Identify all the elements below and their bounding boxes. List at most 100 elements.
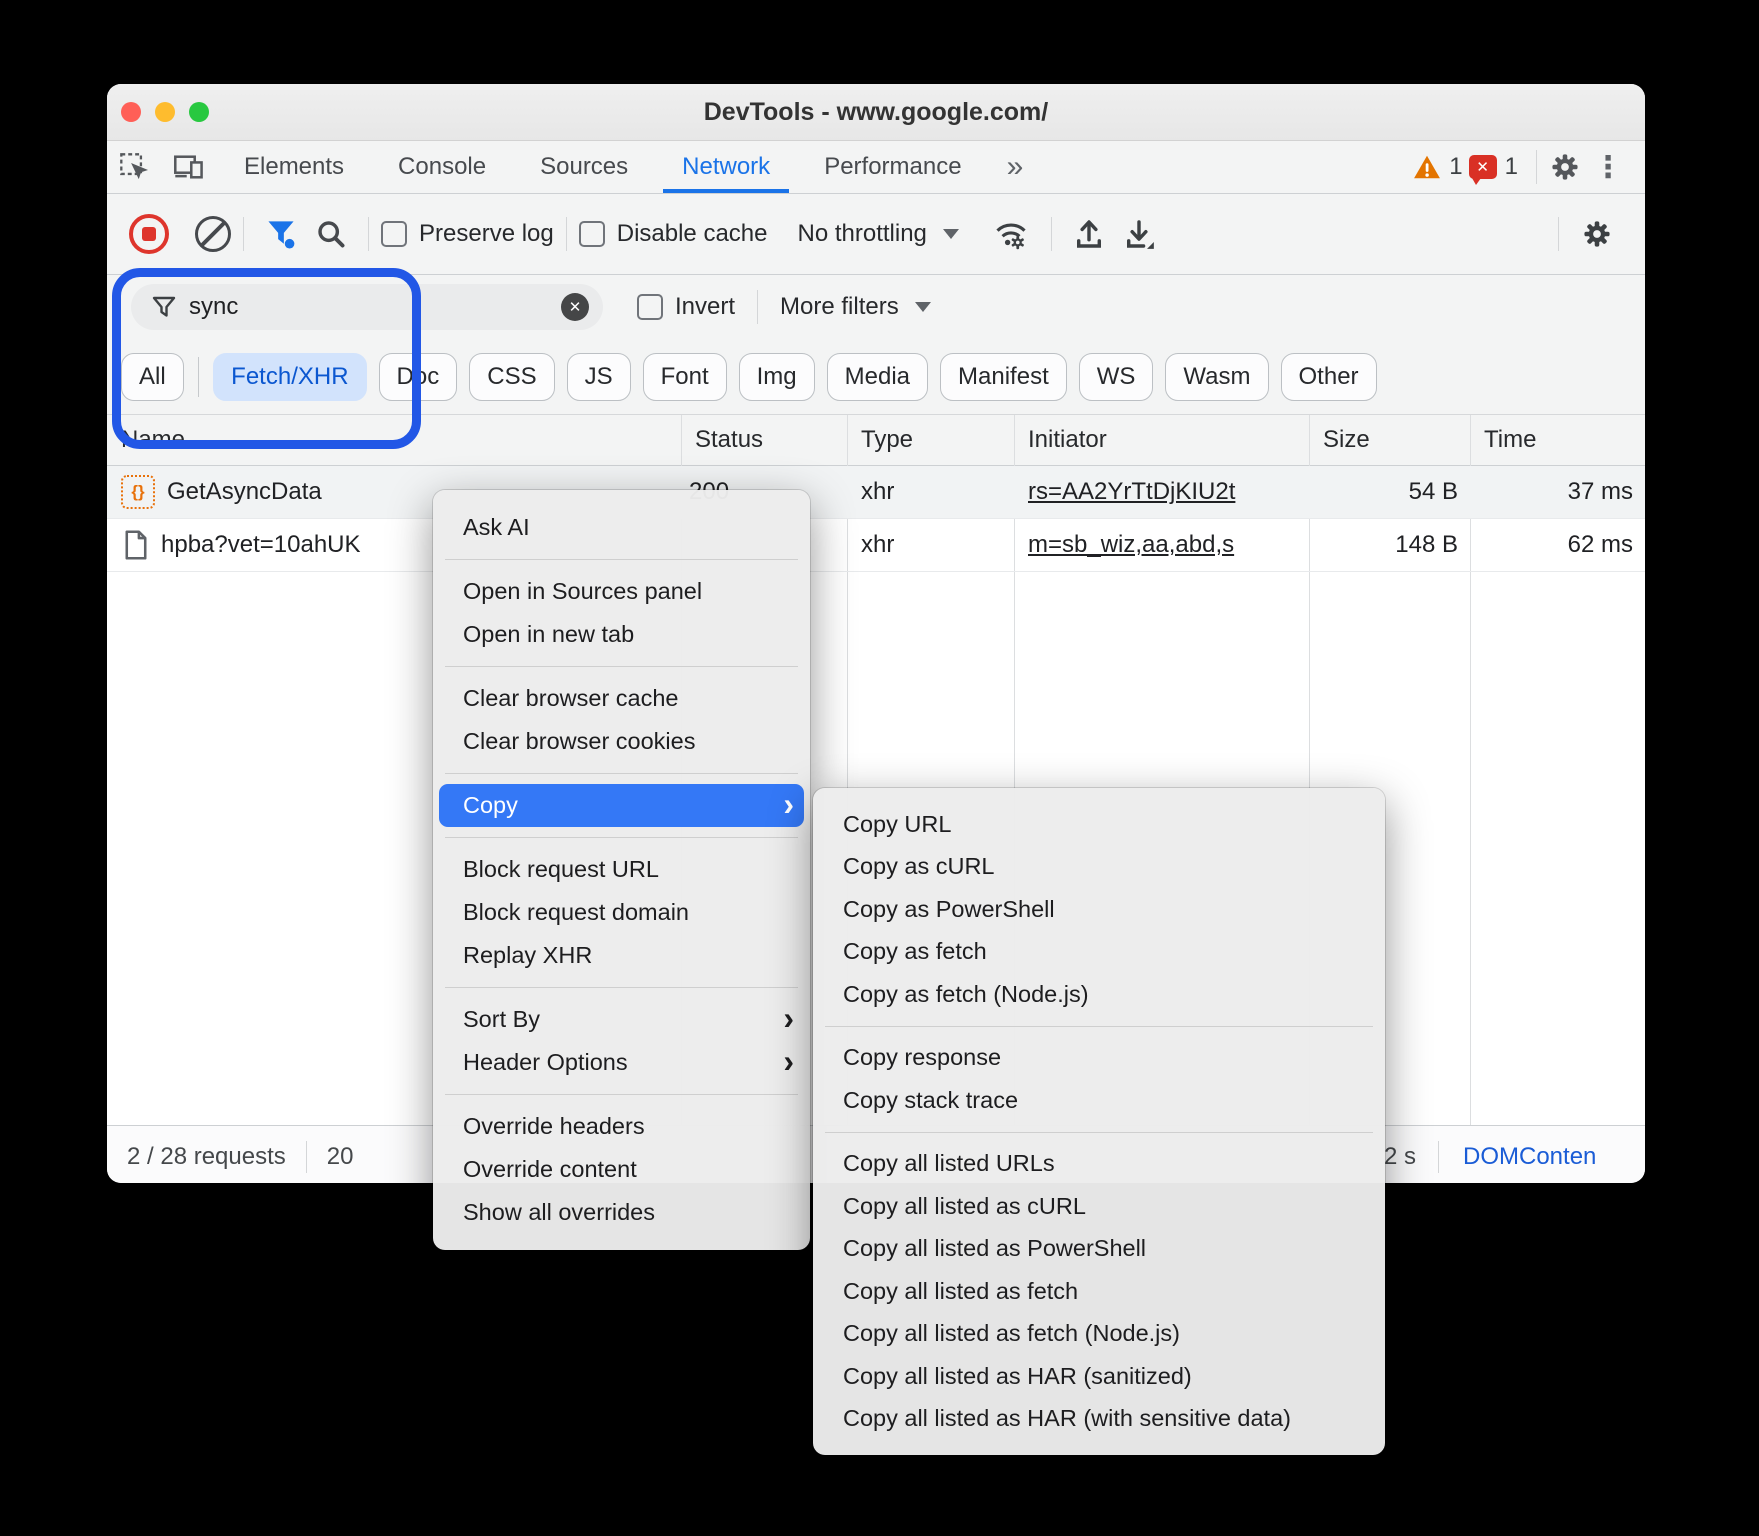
type-filter-font[interactable]: Font [643,353,727,401]
copy-submenu: Copy URL Copy as cURL Copy as PowerShell… [813,788,1385,1455]
table-row[interactable]: {} GetAsyncData 200 xhr rs=AA2YrTtDjKIU2… [107,466,1645,519]
type-filter-all[interactable]: All [121,353,184,401]
filter-query-text: sync [189,293,561,321]
menu-item-replay-xhr[interactable]: Replay XHR [433,934,810,977]
document-request-icon [123,530,149,560]
menu-item-copy[interactable]: Copy › [439,784,804,827]
record-network-log-button[interactable] [129,214,169,254]
column-header-time[interactable]: Time [1470,415,1645,465]
close-window-button[interactable] [121,102,141,122]
filter-bar: sync ✕ Invert More filters [107,275,1645,339]
request-initiator-link[interactable]: m=sb_wiz,aa,abd,s [1028,531,1234,559]
menu-item-header-options[interactable]: Header Options › [433,1041,810,1084]
submenu-item-copy-url[interactable]: Copy URL [813,803,1385,846]
menu-divider [445,559,798,560]
filter-funnel-icon[interactable] [266,218,296,250]
submenu-item-copy-response[interactable]: Copy response [813,1037,1385,1080]
more-filters-button[interactable]: More filters [780,293,899,321]
submenu-item-copy-all-listed-as-powershell[interactable]: Copy all listed as PowerShell [813,1228,1385,1271]
menu-item-override-headers[interactable]: Override headers [433,1105,810,1148]
invert-checkbox[interactable] [637,294,663,320]
more-filters-caret-icon [915,302,931,312]
table-row[interactable]: hpba?vet=10ahUK xhr m=sb_wiz,aa,abd,s 14… [107,519,1645,572]
type-filter-js[interactable]: JS [567,353,631,401]
tab-console[interactable]: Console [371,141,513,193]
menu-item-override-content[interactable]: Override content [433,1148,810,1191]
column-header-status[interactable]: Status [681,415,847,465]
type-filter-manifest[interactable]: Manifest [940,353,1067,401]
menu-divider [445,837,798,838]
warning-count: 1 [1449,153,1462,181]
divider [757,290,758,324]
tab-elements[interactable]: Elements [217,141,371,193]
preserve-log-checkbox[interactable] [381,221,407,247]
inspect-element-icon[interactable] [107,141,161,193]
tab-network[interactable]: Network [655,141,797,193]
more-tabs-icon[interactable]: » [993,141,1038,193]
type-filter-fetch-xhr[interactable]: Fetch/XHR [213,353,366,401]
type-filter-other[interactable]: Other [1281,353,1377,401]
tab-sources[interactable]: Sources [513,141,655,193]
warning-icon[interactable] [1413,154,1441,180]
import-har-icon[interactable] [1074,218,1104,250]
submenu-chevron-icon: › [783,786,794,823]
menu-divider [445,773,798,774]
network-conditions-icon[interactable] [993,218,1029,250]
disable-cache-checkbox[interactable] [579,221,605,247]
column-header-initiator[interactable]: Initiator [1014,415,1309,465]
column-header-name[interactable]: Name [107,415,681,465]
finish-time-text: 2 s [1384,1126,1416,1183]
request-initiator-link[interactable]: rs=AA2YrTtDjKIU2t [1028,478,1235,506]
panel-tab-bar: Elements Console Sources Network Perform… [107,141,1645,194]
menu-item-open-in-sources[interactable]: Open in Sources panel [433,570,810,613]
menu-item-ask-ai[interactable]: Ask AI [433,506,810,549]
network-settings-gear-icon[interactable] [1581,218,1613,250]
submenu-item-copy-stack-trace[interactable]: Copy stack trace [813,1079,1385,1122]
submenu-item-copy-as-fetch[interactable]: Copy as fetch [813,931,1385,974]
menu-item-open-in-new-tab[interactable]: Open in new tab [433,613,810,656]
submenu-item-copy-all-listed-as-fetch-nodejs[interactable]: Copy all listed as fetch (Node.js) [813,1313,1385,1356]
request-type: xhr [847,519,1014,571]
clear-network-log-button[interactable] [195,216,231,252]
type-filter-ws[interactable]: WS [1079,353,1154,401]
submenu-item-copy-all-listed-as-curl[interactable]: Copy all listed as cURL [813,1185,1385,1228]
submenu-item-copy-all-listed-as-fetch[interactable]: Copy all listed as fetch [813,1270,1385,1313]
menu-item-block-request-domain[interactable]: Block request domain [433,891,810,934]
type-filter-media[interactable]: Media [827,353,928,401]
type-filter-doc[interactable]: Doc [379,353,458,401]
throttling-select[interactable]: No throttling [797,220,926,248]
menu-item-sort-by[interactable]: Sort By › [433,998,810,1041]
divider [566,217,567,251]
zoom-window-button[interactable] [189,102,209,122]
column-header-size[interactable]: Size [1309,415,1470,465]
type-filter-css[interactable]: CSS [469,353,554,401]
submenu-item-copy-as-fetch-nodejs[interactable]: Copy as fetch (Node.js) [813,973,1385,1016]
menu-item-show-all-overrides[interactable]: Show all overrides [433,1191,810,1234]
kebab-menu-icon[interactable]: ⋮ [1581,150,1635,185]
submenu-item-copy-all-listed-urls[interactable]: Copy all listed URLs [813,1143,1385,1186]
tab-performance[interactable]: Performance [797,141,988,193]
divider [368,217,369,251]
device-toolbar-icon[interactable] [161,141,217,193]
type-filter-img[interactable]: Img [739,353,815,401]
export-har-icon[interactable] [1124,218,1154,250]
issue-count: 1 [1505,153,1518,181]
menu-item-clear-browser-cookies[interactable]: Clear browser cookies [433,720,810,763]
clear-x: ✕ [569,298,582,316]
menu-item-block-request-url[interactable]: Block request URL [433,848,810,891]
column-header-type[interactable]: Type [847,415,1014,465]
minimize-window-button[interactable] [155,102,175,122]
submenu-item-copy-as-curl[interactable]: Copy as cURL [813,846,1385,889]
divider [1558,217,1559,251]
clear-filter-icon[interactable]: ✕ [561,293,589,321]
type-filter-wasm[interactable]: Wasm [1165,353,1268,401]
menu-item-clear-browser-cache[interactable]: Clear browser cache [433,677,810,720]
submenu-item-copy-as-powershell[interactable]: Copy as PowerShell [813,888,1385,931]
settings-gear-icon[interactable] [1549,151,1581,183]
search-icon[interactable] [316,219,346,249]
submenu-item-copy-all-listed-as-har-sanitized[interactable]: Copy all listed as HAR (sanitized) [813,1355,1385,1398]
submenu-item-copy-all-listed-as-har-sensitive[interactable]: Copy all listed as HAR (with sensitive d… [813,1398,1385,1441]
issues-icon[interactable]: ✕ [1469,155,1497,179]
filter-input[interactable]: sync ✕ [131,284,603,330]
request-time: 62 ms [1470,519,1633,571]
